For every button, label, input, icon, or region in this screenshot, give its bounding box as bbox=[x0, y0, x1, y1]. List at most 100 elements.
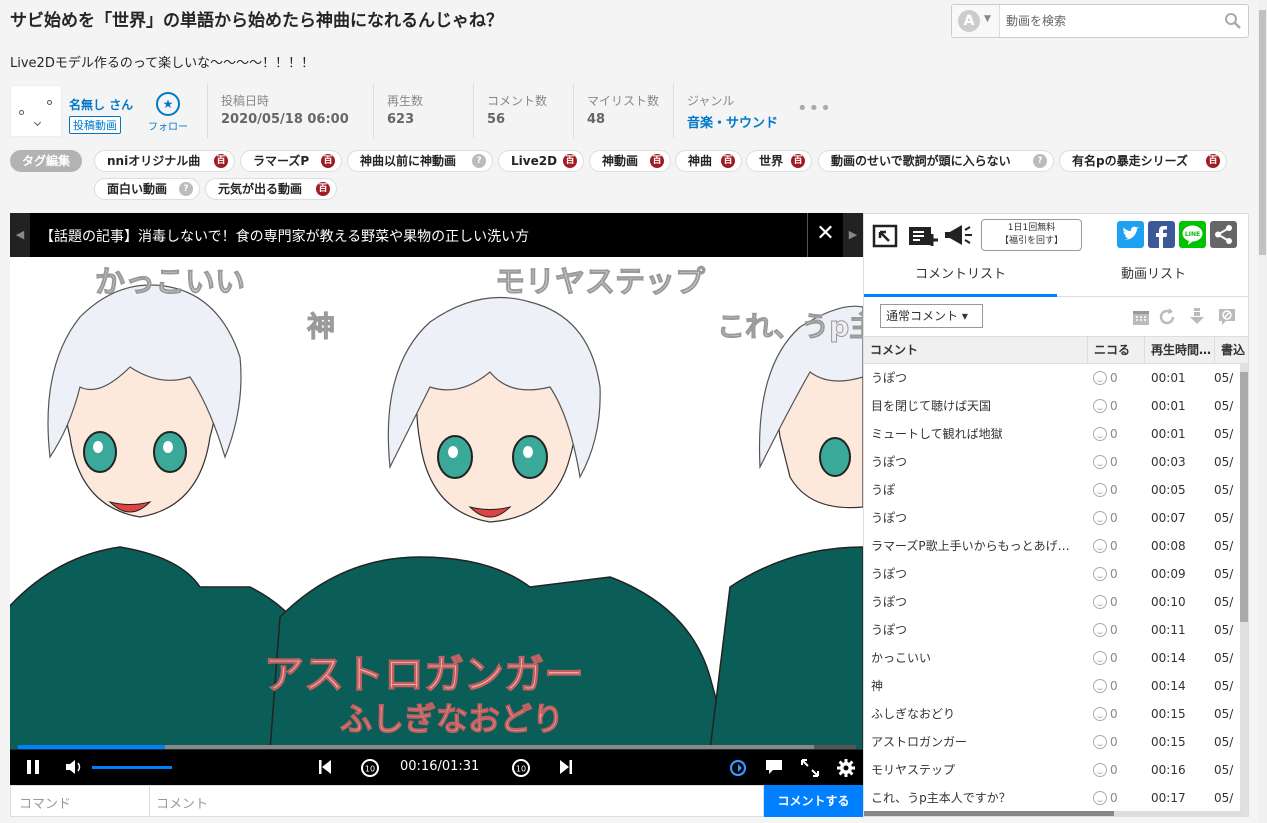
no-dictionary-icon[interactable]: ? bbox=[472, 154, 486, 168]
uploader-name[interactable]: 名無し さん bbox=[69, 96, 133, 113]
comment-filter-select[interactable]: 通常コメント ▾ bbox=[880, 304, 983, 328]
comment-row[interactable]: かっこいい 0 00:14 05/ bbox=[864, 644, 1242, 672]
tag-item[interactable]: 動画のせいで歌詞が頭に入らない? bbox=[818, 150, 1054, 172]
dictionary-icon[interactable]: 百 bbox=[316, 182, 330, 196]
facebook-share-icon[interactable] bbox=[1148, 221, 1175, 248]
dictionary-icon[interactable]: 百 bbox=[721, 154, 735, 168]
scroll-down-icon[interactable] bbox=[1187, 307, 1207, 327]
nicoru-cell[interactable]: 0 bbox=[1093, 448, 1143, 476]
column-date[interactable]: 書込 bbox=[1214, 337, 1248, 363]
nicoru-cell[interactable]: 0 bbox=[1093, 672, 1143, 700]
tag-item[interactable]: 神曲百 bbox=[675, 150, 742, 172]
fullscreen-icon[interactable] bbox=[800, 758, 820, 778]
skip-back-icon[interactable] bbox=[316, 758, 334, 776]
external-link-icon[interactable] bbox=[872, 223, 900, 249]
avatar[interactable] bbox=[10, 85, 62, 137]
no-dictionary-icon[interactable]: ? bbox=[1033, 154, 1047, 168]
uploader-videos-link[interactable]: 投稿動画 bbox=[69, 116, 121, 134]
search-icon[interactable] bbox=[1224, 12, 1242, 30]
nicoru-cell[interactable]: 0 bbox=[1093, 728, 1143, 756]
tab-video-list[interactable]: 動画リスト bbox=[1057, 257, 1248, 297]
add-mylist-icon[interactable] bbox=[908, 224, 938, 248]
page-scrollbar[interactable] bbox=[1258, 0, 1267, 823]
comment-row[interactable]: ミュートして観れば地獄 0 00:01 05/ bbox=[864, 420, 1242, 448]
refresh-icon[interactable] bbox=[1157, 307, 1177, 327]
nicoru-cell[interactable]: 0 bbox=[1093, 700, 1143, 728]
tag-item[interactable]: 有名pの暴走シリーズ 百 bbox=[1059, 150, 1227, 172]
nicoru-cell[interactable]: 0 bbox=[1093, 420, 1143, 448]
comment-row[interactable]: 目を閉じて聴けば天国 0 00:01 05/ bbox=[864, 392, 1242, 420]
notice-text[interactable]: 【話題の記事】消毒しないで！食の専門家が教える野菜や果物の正しい洗い方 bbox=[40, 226, 529, 246]
no-dictionary-icon[interactable]: ? bbox=[179, 182, 193, 196]
tag-edit-button[interactable]: タグ編集 bbox=[10, 150, 82, 172]
nicoru-cell[interactable]: 0 bbox=[1093, 532, 1143, 560]
comment-row[interactable]: これ、うp主本人ですか？ 0 00:17 05/ bbox=[864, 784, 1242, 812]
nicoru-cell[interactable]: 0 bbox=[1093, 784, 1143, 812]
dictionary-icon[interactable]: 百 bbox=[1206, 154, 1220, 168]
video-player[interactable]: ◀ 【話題の記事】消毒しないで！食の専門家が教える野菜や果物の正しい洗い方 ✕ … bbox=[10, 213, 863, 785]
genre-link[interactable]: 音楽・サウンド bbox=[687, 112, 790, 131]
dictionary-icon[interactable]: 百 bbox=[321, 154, 335, 168]
close-icon[interactable]: ✕ bbox=[807, 213, 843, 257]
nicoru-cell[interactable]: 0 bbox=[1093, 644, 1143, 672]
column-comment[interactable]: コメント bbox=[864, 337, 1087, 363]
comment-row[interactable]: うぽつ 0 00:01 05/ bbox=[864, 364, 1242, 392]
tag-item[interactable]: 面白い動画? bbox=[94, 178, 200, 200]
notice-next-button[interactable]: ▶ bbox=[843, 213, 863, 257]
comment-row[interactable]: うぽつ 0 00:03 05/ bbox=[864, 448, 1242, 476]
ng-setting-icon[interactable] bbox=[1217, 307, 1237, 327]
tag-item[interactable]: 世界百 bbox=[746, 150, 812, 172]
nicoru-cell[interactable]: 0 bbox=[1093, 504, 1143, 532]
loop-icon[interactable] bbox=[727, 758, 749, 778]
nicoru-cell[interactable]: 0 bbox=[1093, 756, 1143, 784]
follow-button[interactable]: ★ フォロー bbox=[148, 92, 188, 133]
comment-row[interactable]: 神 0 00:14 05/ bbox=[864, 672, 1242, 700]
nicoru-cell[interactable]: 0 bbox=[1093, 560, 1143, 588]
comment-submit-button[interactable]: コメントする bbox=[764, 785, 863, 817]
dictionary-icon[interactable]: 百 bbox=[650, 154, 664, 168]
comment-input[interactable]: コメント bbox=[150, 785, 764, 817]
column-nicoru[interactable]: ニコる bbox=[1087, 337, 1144, 363]
rewind-10-icon[interactable]: 10 bbox=[359, 758, 381, 778]
forward-10-icon[interactable]: 10 bbox=[510, 758, 532, 778]
tag-item[interactable]: Live2D 百 bbox=[498, 150, 584, 172]
search-input[interactable] bbox=[1006, 11, 1216, 31]
pause-icon[interactable] bbox=[24, 758, 42, 776]
tag-item[interactable]: 元気が出る動画百 bbox=[205, 178, 337, 200]
comment-row[interactable]: うぽつ 0 00:11 05/ bbox=[864, 616, 1242, 644]
tag-item[interactable]: 神動画百 bbox=[589, 150, 671, 172]
comment-toggle-icon[interactable] bbox=[764, 758, 784, 776]
comment-row[interactable]: うぽ 0 00:05 05/ bbox=[864, 476, 1242, 504]
calendar-icon[interactable] bbox=[1131, 307, 1151, 327]
comment-row[interactable]: うぽつ 0 00:07 05/ bbox=[864, 504, 1242, 532]
nicoru-cell[interactable]: 0 bbox=[1093, 364, 1143, 392]
tag-item[interactable]: ラマーズP 百 bbox=[240, 150, 342, 172]
comment-row[interactable]: ラマーズP歌上手いからもっとあげ… 0 00:08 05/ bbox=[864, 532, 1242, 560]
comment-row[interactable]: モリヤステップ 0 00:16 05/ bbox=[864, 756, 1242, 784]
skip-forward-icon[interactable] bbox=[557, 758, 575, 776]
nicoru-cell[interactable]: 0 bbox=[1093, 476, 1143, 504]
nicoru-cell[interactable]: 0 bbox=[1093, 392, 1143, 420]
comment-row[interactable]: ふしぎなおどり 0 00:15 05/ bbox=[864, 700, 1242, 728]
twitter-share-icon[interactable] bbox=[1117, 221, 1144, 248]
line-share-icon[interactable]: LINE bbox=[1179, 221, 1206, 248]
video-frame[interactable]: かっこいい モリヤステップ 神 これ、うp主 アストロガンガー ふしぎなおどり bbox=[10, 257, 863, 750]
volume-slider[interactable] bbox=[92, 766, 172, 769]
free-lottery-button[interactable]: 1日1回無料 【福引を回す】 bbox=[981, 219, 1082, 251]
dictionary-icon[interactable]: 百 bbox=[214, 154, 228, 168]
volume-icon[interactable] bbox=[64, 758, 84, 776]
tab-comment-list[interactable]: コメントリスト bbox=[864, 257, 1057, 297]
megaphone-icon[interactable] bbox=[944, 221, 974, 249]
dictionary-icon[interactable]: 百 bbox=[791, 154, 805, 168]
comment-row[interactable]: うぽつ 0 00:09 05/ bbox=[864, 560, 1242, 588]
gear-icon[interactable] bbox=[836, 758, 856, 778]
tag-item[interactable]: nniオリジナル曲百 bbox=[94, 150, 235, 172]
share-icon[interactable] bbox=[1210, 221, 1237, 248]
nicoru-cell[interactable]: 0 bbox=[1093, 588, 1143, 616]
comment-h-scrollbar[interactable] bbox=[864, 811, 1242, 816]
column-time[interactable]: 再生時間… bbox=[1144, 337, 1214, 363]
more-icon[interactable]: ••• bbox=[797, 98, 832, 119]
dictionary-icon[interactable]: 百 bbox=[563, 154, 577, 168]
seek-bar[interactable] bbox=[18, 745, 856, 749]
command-input[interactable]: コマンド bbox=[10, 785, 150, 817]
